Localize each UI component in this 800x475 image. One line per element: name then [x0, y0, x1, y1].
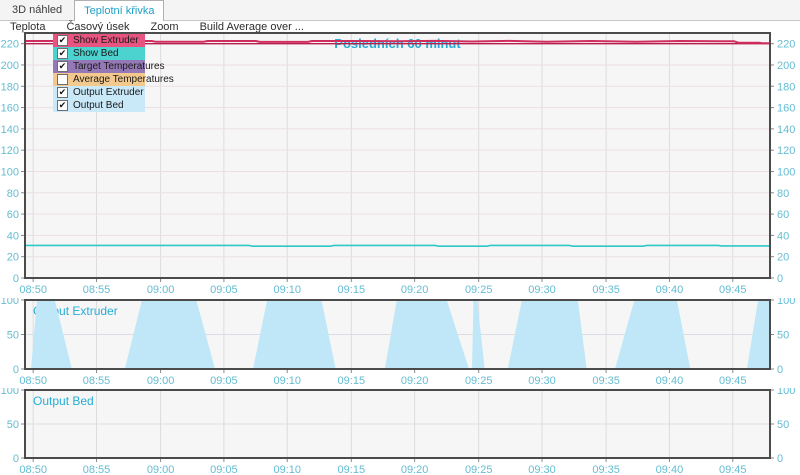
- svg-text:0: 0: [13, 273, 19, 285]
- svg-text:200: 200: [777, 60, 795, 72]
- svg-text:140: 140: [1, 124, 19, 136]
- output-bed-chart: Output Bed 0 0 50 50 100 100 08:50 08:55 09:00 09:…: [0, 388, 800, 475]
- svg-text:100: 100: [1, 388, 19, 397]
- svg-text:100: 100: [777, 166, 795, 178]
- svg-text:09:20: 09:20: [401, 284, 429, 296]
- svg-text:09:05: 09:05: [210, 284, 238, 296]
- legend-label: Output Bed: [73, 100, 124, 111]
- svg-text:200: 200: [1, 60, 19, 72]
- svg-text:09:45: 09:45: [719, 375, 747, 387]
- svg-text:09:45: 09:45: [719, 284, 747, 296]
- svg-text:09:45: 09:45: [719, 464, 747, 475]
- svg-text:0: 0: [13, 453, 19, 465]
- legend-label: Average Temperatures: [73, 74, 174, 85]
- svg-text:09:30: 09:30: [528, 375, 556, 387]
- checkbox-icon[interactable]: ✔: [57, 87, 68, 98]
- svg-text:140: 140: [777, 124, 795, 136]
- svg-text:80: 80: [7, 188, 19, 200]
- svg-text:09:15: 09:15: [338, 375, 366, 387]
- svg-text:100: 100: [777, 388, 795, 397]
- svg-text:09:25: 09:25: [465, 464, 493, 475]
- tab-active[interactable]: Teplotní křivka: [74, 0, 164, 21]
- svg-text:09:00: 09:00: [147, 375, 175, 387]
- svg-text:100: 100: [1, 298, 19, 307]
- svg-text:120: 120: [1, 145, 19, 157]
- svg-text:09:30: 09:30: [528, 284, 556, 296]
- svg-text:09:35: 09:35: [592, 284, 620, 296]
- svg-text:09:05: 09:05: [210, 464, 238, 475]
- svg-text:09:25: 09:25: [465, 284, 493, 296]
- svg-text:0: 0: [777, 453, 783, 465]
- svg-text:09:40: 09:40: [656, 375, 684, 387]
- svg-text:09:20: 09:20: [401, 464, 429, 475]
- svg-text:08:55: 08:55: [83, 284, 111, 296]
- legend-row[interactable]: ✔ Show Bed: [53, 47, 145, 60]
- svg-text:100: 100: [777, 298, 795, 307]
- tab-inactive[interactable]: 3D náhled: [2, 0, 72, 20]
- svg-text:60: 60: [7, 209, 19, 221]
- svg-text:09:35: 09:35: [592, 464, 620, 475]
- svg-text:100: 100: [1, 166, 19, 178]
- checkbox-icon[interactable]: ✔: [57, 35, 68, 46]
- svg-text:220: 220: [777, 39, 795, 51]
- svg-text:220: 220: [1, 39, 19, 51]
- svg-text:08:55: 08:55: [83, 375, 111, 387]
- svg-text:08:50: 08:50: [19, 284, 47, 296]
- svg-text:09:00: 09:00: [147, 464, 175, 475]
- svg-text:08:50: 08:50: [19, 375, 47, 387]
- svg-text:180: 180: [777, 81, 795, 93]
- svg-text:120: 120: [777, 145, 795, 157]
- svg-text:0: 0: [777, 273, 783, 285]
- legend-row[interactable]: ✔ Output Bed: [53, 99, 145, 112]
- svg-text:09:10: 09:10: [273, 375, 301, 387]
- chart-legend: ✔ Show Extruder ✔ Show Bed ✔ Target Temp…: [53, 34, 145, 112]
- checkbox-icon[interactable]: [57, 74, 68, 85]
- svg-text:50: 50: [777, 419, 789, 431]
- svg-text:40: 40: [7, 230, 19, 242]
- svg-text:09:00: 09:00: [147, 284, 175, 296]
- temperature-curve-page: 3D náhledTeplotní křivka TeplotaČasový ú…: [0, 0, 800, 475]
- legend-row[interactable]: ✔ Target Temperatures: [53, 60, 145, 73]
- svg-text:09:15: 09:15: [338, 284, 366, 296]
- checkbox-icon[interactable]: ✔: [57, 61, 68, 72]
- svg-text:20: 20: [7, 252, 19, 264]
- svg-text:Output Bed: Output Bed: [33, 394, 94, 408]
- svg-text:0: 0: [777, 364, 783, 376]
- svg-text:09:05: 09:05: [210, 375, 238, 387]
- svg-text:160: 160: [777, 103, 795, 115]
- svg-text:50: 50: [777, 330, 789, 342]
- svg-text:40: 40: [777, 230, 789, 242]
- checkbox-icon[interactable]: ✔: [57, 48, 68, 59]
- svg-text:0: 0: [13, 364, 19, 376]
- svg-text:09:40: 09:40: [656, 284, 684, 296]
- svg-text:08:50: 08:50: [19, 464, 47, 475]
- svg-text:09:20: 09:20: [401, 375, 429, 387]
- svg-text:09:10: 09:10: [273, 284, 301, 296]
- legend-label: Show Extruder: [73, 35, 139, 46]
- svg-text:09:40: 09:40: [656, 464, 684, 475]
- svg-text:80: 80: [777, 188, 789, 200]
- svg-text:09:15: 09:15: [338, 464, 366, 475]
- svg-text:160: 160: [1, 103, 19, 115]
- svg-text:09:25: 09:25: [465, 375, 493, 387]
- legend-row[interactable]: ✔ Show Extruder: [53, 34, 145, 47]
- legend-label: Output Extruder: [73, 87, 144, 98]
- tab-strip: 3D náhledTeplotní křivka: [0, 0, 800, 21]
- svg-text:180: 180: [1, 81, 19, 93]
- svg-text:20: 20: [777, 252, 789, 264]
- svg-text:09:10: 09:10: [273, 464, 301, 475]
- svg-text:50: 50: [7, 419, 19, 431]
- output-extruder-chart: Output Extruder00505010010008:5008:5509:…: [0, 298, 800, 388]
- svg-text:09:35: 09:35: [592, 375, 620, 387]
- checkbox-icon[interactable]: ✔: [57, 100, 68, 111]
- svg-text:09:30: 09:30: [528, 464, 556, 475]
- svg-text:60: 60: [777, 209, 789, 221]
- legend-label: Target Temperatures: [73, 61, 165, 72]
- svg-text:08:55: 08:55: [83, 464, 111, 475]
- legend-row[interactable]: Average Temperatures: [53, 73, 145, 86]
- legend-row[interactable]: ✔ Output Extruder: [53, 86, 145, 99]
- svg-text:50: 50: [7, 330, 19, 342]
- legend-label: Show Bed: [73, 48, 119, 59]
